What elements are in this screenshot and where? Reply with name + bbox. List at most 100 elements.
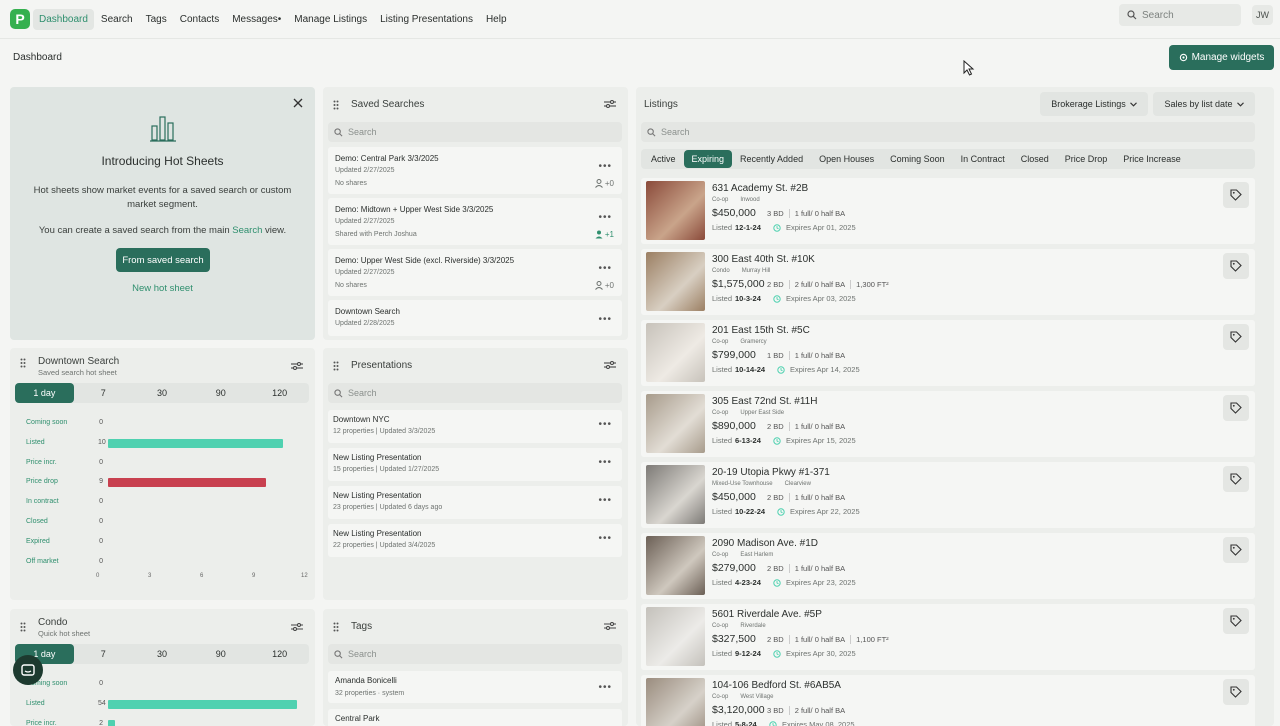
share-count[interactable]: +1: [595, 230, 614, 239]
listing-address[interactable]: 631 Academy St. #2B: [712, 183, 808, 194]
tag-button[interactable]: [1223, 253, 1249, 279]
listing-row[interactable]: 104-106 Bedford St. #6AB5A Co-op West Vil…: [641, 675, 1255, 726]
filter-settings-icon[interactable]: [604, 360, 616, 370]
tag-button[interactable]: [1223, 608, 1249, 634]
tab-recently-added[interactable]: Recently Added: [732, 150, 811, 168]
presentation-item[interactable]: New Listing Presentation 23 properties |…: [328, 486, 622, 519]
listing-photo[interactable]: [646, 323, 705, 382]
nav-listing-presentations[interactable]: Listing Presentations: [374, 9, 479, 30]
avatar[interactable]: JW: [1252, 5, 1273, 25]
period-120[interactable]: 120: [250, 383, 309, 403]
saved-searches-search-input[interactable]: Search: [328, 122, 622, 142]
listing-address[interactable]: 201 East 15th St. #5C: [712, 325, 810, 336]
more-options-icon[interactable]: •••: [598, 533, 612, 544]
logo[interactable]: P: [10, 9, 30, 29]
nav-messages[interactable]: Messages•: [226, 9, 287, 30]
hot-sheet-row[interactable]: Price incr. 2: [26, 719, 315, 726]
new-hot-sheet-link[interactable]: New hot sheet: [10, 283, 315, 294]
filter-settings-icon[interactable]: [604, 621, 616, 631]
listing-row[interactable]: 201 East 15th St. #5C Co-op Gramercy $799…: [641, 320, 1255, 386]
presentation-item[interactable]: Downtown NYC 12 properties | Updated 3/3…: [328, 410, 622, 443]
period-1-day[interactable]: 1 day: [15, 383, 74, 403]
hot-sheet-row[interactable]: Listed 10: [26, 438, 316, 450]
drag-handle-icon[interactable]: [333, 361, 339, 371]
tab-expiring[interactable]: Expiring: [683, 150, 733, 168]
listing-address[interactable]: 20-19 Utopia Pkwy #1-371: [712, 467, 830, 478]
listing-row[interactable]: 305 East 72nd St. #11H Co-op Upper East S…: [641, 391, 1255, 457]
presentation-item[interactable]: New Listing Presentation 22 properties |…: [328, 524, 622, 557]
tab-in-contract[interactable]: In Contract: [953, 150, 1013, 168]
period-30[interactable]: 30: [133, 383, 192, 403]
tags-search-input[interactable]: Search: [328, 644, 622, 664]
global-search-input[interactable]: Search: [1119, 4, 1241, 26]
more-options-icon[interactable]: •••: [598, 161, 612, 172]
share-count[interactable]: +0: [594, 179, 614, 188]
period-7[interactable]: 7: [74, 644, 133, 664]
hot-sheet-row[interactable]: Closed 0: [26, 517, 316, 529]
hot-sheet-row[interactable]: Coming soon 0: [26, 418, 316, 430]
period-7[interactable]: 7: [74, 383, 133, 403]
listing-address[interactable]: 2090 Madison Ave. #1D: [712, 538, 818, 549]
hot-sheet-row[interactable]: Price incr. 0: [26, 458, 316, 470]
hot-sheet-row[interactable]: Expired 0: [26, 537, 316, 549]
presentation-item[interactable]: New Listing Presentation 15 properties |…: [328, 448, 622, 481]
tag-button[interactable]: [1223, 466, 1249, 492]
saved-search-item[interactable]: Downtown Search Updated 2/28/2025 •••: [328, 300, 622, 336]
tag-button[interactable]: [1223, 537, 1249, 563]
tag-button[interactable]: [1223, 679, 1249, 705]
listing-photo[interactable]: [646, 607, 705, 666]
hot-sheet-row[interactable]: Price drop 9: [26, 477, 316, 489]
period-30[interactable]: 30: [133, 644, 192, 664]
chat-launcher-button[interactable]: [13, 655, 43, 685]
listing-photo[interactable]: [646, 252, 705, 311]
tab-price-drop[interactable]: Price Drop: [1057, 150, 1116, 168]
tag-button[interactable]: [1223, 324, 1249, 350]
more-options-icon[interactable]: •••: [598, 314, 612, 325]
saved-search-item[interactable]: Demo: Upper West Side (excl. Riverside) …: [328, 249, 622, 296]
drag-handle-icon[interactable]: [333, 100, 339, 110]
listing-photo[interactable]: [646, 678, 705, 726]
search-view-link[interactable]: Search: [232, 225, 262, 236]
more-options-icon[interactable]: •••: [598, 263, 612, 274]
nav-manage-listings[interactable]: Manage Listings: [288, 9, 373, 30]
listing-row[interactable]: 5601 Riverdale Ave. #5P Co-op Riverdale $…: [641, 604, 1255, 670]
listing-photo[interactable]: [646, 181, 705, 240]
more-options-icon[interactable]: •••: [598, 457, 612, 468]
listing-photo[interactable]: [646, 394, 705, 453]
tag-item[interactable]: Amanda Bonicelli 32 properties · system …: [328, 671, 622, 703]
listings-search-input[interactable]: Search: [641, 122, 1255, 142]
listing-photo[interactable]: [646, 536, 705, 595]
drag-handle-icon[interactable]: [20, 622, 26, 632]
more-options-icon[interactable]: •••: [598, 419, 612, 430]
listing-photo[interactable]: [646, 465, 705, 524]
brokerage-listings-dropdown[interactable]: Brokerage Listings: [1040, 92, 1148, 116]
share-count[interactable]: +0: [594, 281, 614, 290]
nav-contacts[interactable]: Contacts: [174, 9, 225, 30]
listing-address[interactable]: 104-106 Bedford St. #6AB5A: [712, 680, 841, 691]
tab-open-houses[interactable]: Open Houses: [811, 150, 882, 168]
listing-address[interactable]: 5601 Riverdale Ave. #5P: [712, 609, 822, 620]
drag-handle-icon[interactable]: [333, 622, 339, 632]
tab-closed[interactable]: Closed: [1013, 150, 1057, 168]
tab-price-increase[interactable]: Price Increase: [1115, 150, 1189, 168]
tab-active[interactable]: Active: [643, 150, 684, 168]
saved-search-item[interactable]: Demo: Midtown + Upper West Side 3/3/2025…: [328, 198, 622, 245]
sales-by-list-date-dropdown[interactable]: Sales by list date: [1153, 92, 1255, 116]
tag-item[interactable]: Central Park: [328, 709, 622, 726]
tab-coming-soon[interactable]: Coming Soon: [882, 150, 953, 168]
saved-search-item[interactable]: Demo: Central Park 3/3/2025 Updated 2/27…: [328, 147, 622, 194]
hot-sheet-row[interactable]: Off market 0: [26, 557, 316, 569]
more-options-icon[interactable]: •••: [598, 212, 612, 223]
more-options-icon[interactable]: •••: [598, 682, 612, 693]
more-options-icon[interactable]: •••: [598, 495, 612, 506]
nav-search[interactable]: Search: [95, 9, 139, 30]
manage-widgets-button[interactable]: Manage widgets: [1169, 45, 1274, 70]
hot-sheet-row[interactable]: Listed 54: [26, 699, 315, 711]
period-90[interactable]: 90: [191, 383, 250, 403]
close-icon[interactable]: [293, 98, 303, 108]
listing-row[interactable]: 20-19 Utopia Pkwy #1-371 Mixed-Use Townh…: [641, 462, 1255, 528]
tag-button[interactable]: [1223, 395, 1249, 421]
from-saved-search-button[interactable]: From saved search: [116, 248, 210, 272]
hot-sheet-row[interactable]: Coming soon 0: [26, 679, 315, 691]
listing-row[interactable]: 2090 Madison Ave. #1D Co-op East Harlem $…: [641, 533, 1255, 599]
